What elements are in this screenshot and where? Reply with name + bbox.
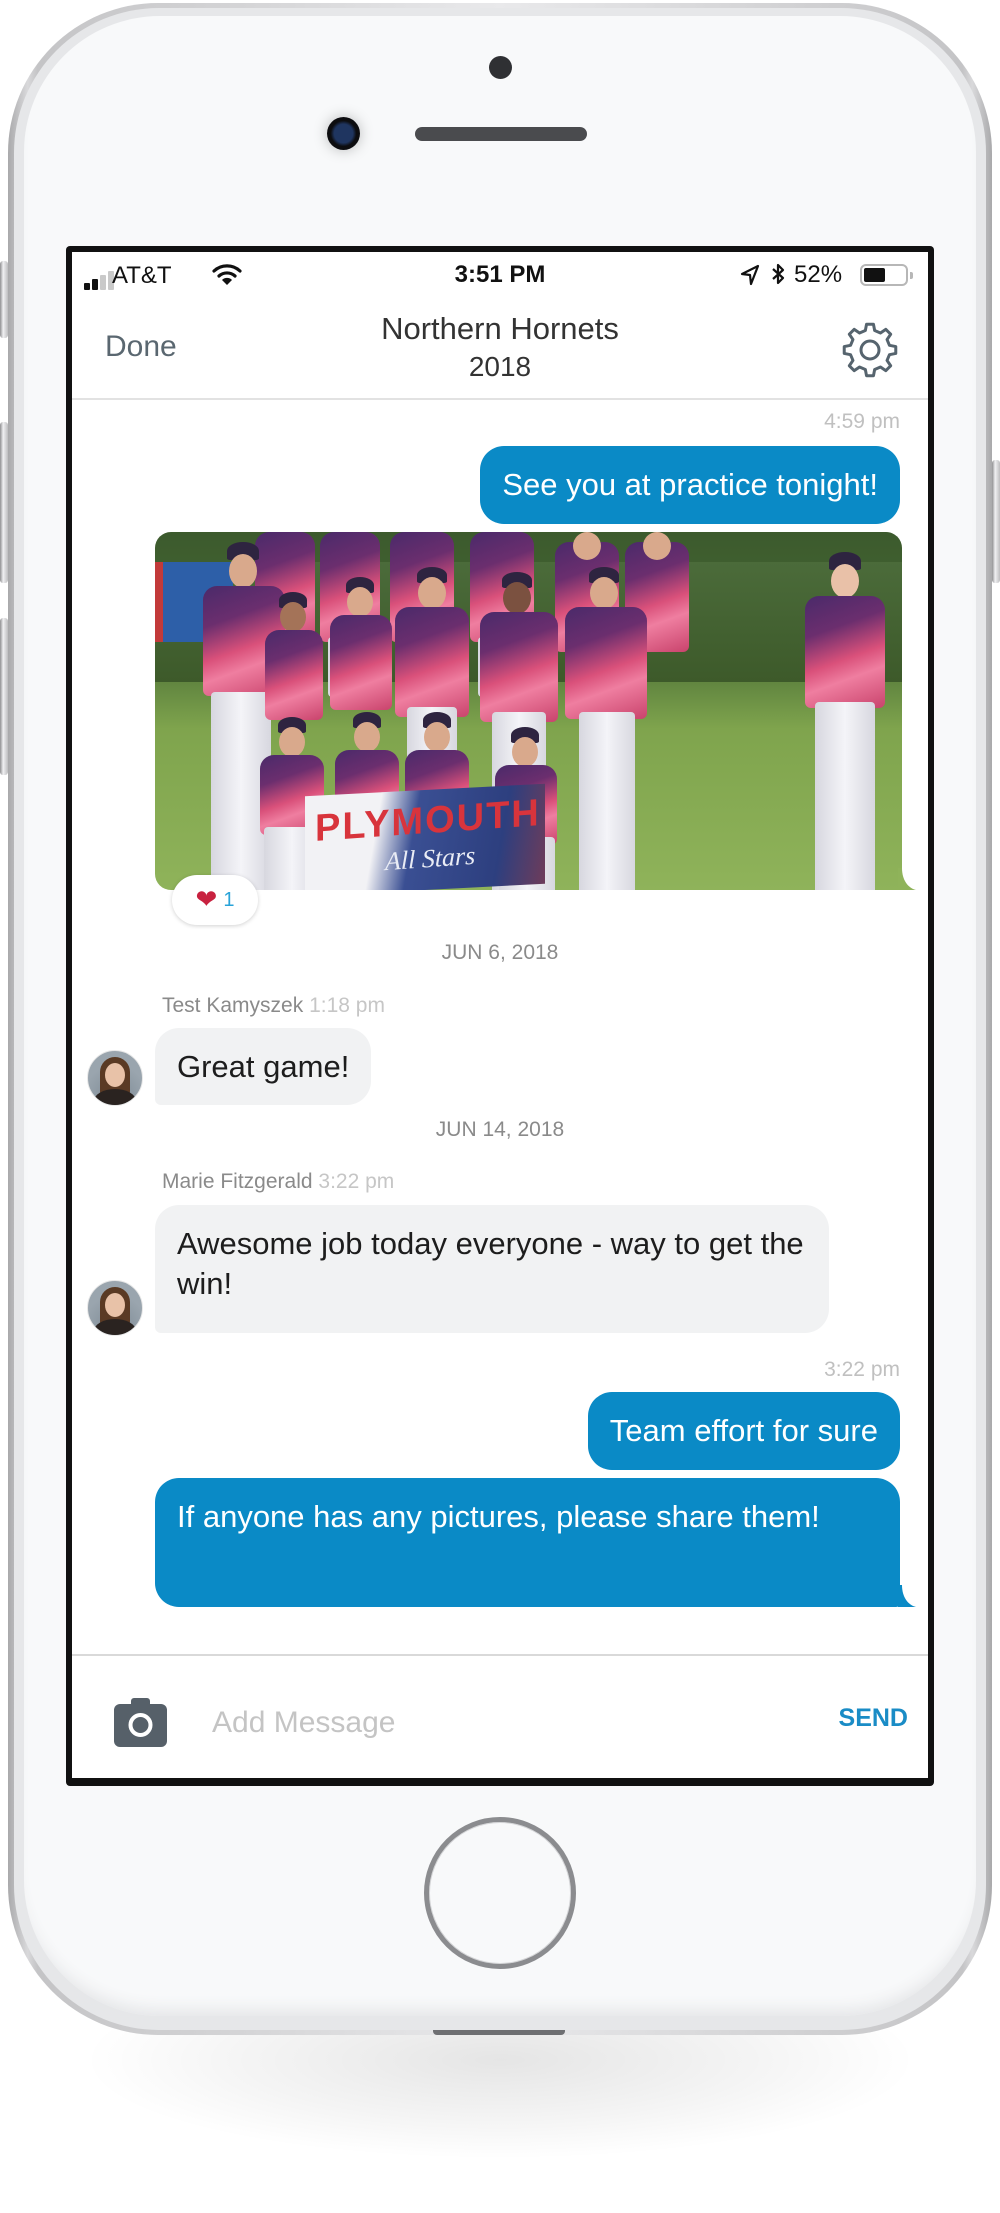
mute-switch [0,261,8,338]
outgoing-message[interactable]: If anyone has any pictures, please share… [155,1478,900,1607]
sender-time: 3:22 pm [318,1170,395,1193]
message-input[interactable] [212,1698,712,1748]
proximity-sensor [489,56,512,79]
composer-divider [72,1654,928,1656]
battery-icon [860,264,913,286]
battery-level [864,268,885,282]
heart-icon: ❤ [195,885,218,915]
sender-name: Test Kamyszek [162,994,304,1017]
incoming-message[interactable]: Awesome job today everyone - way to get … [155,1205,829,1333]
reaction-count: 1 [223,888,235,911]
bluetooth-icon [772,263,785,285]
sender-line: Test Kamyszek 1:18 pm [162,994,385,1018]
volume-down-button [0,618,8,775]
sender-time: 1:18 pm [309,994,385,1017]
camera-icon[interactable] [114,1698,167,1747]
incoming-message[interactable]: Great game! [155,1028,372,1105]
outgoing-photo-message[interactable]: PLYMOUTH All Stars [155,532,902,890]
photo-bubble-tail [898,868,916,890]
send-button[interactable]: SEND [812,1704,908,1733]
conversation-title-name: Northern Hornets [381,311,619,346]
header-divider [72,398,928,400]
conversation-title: Northern Hornets 2018 [72,310,928,386]
earpiece-speaker [415,127,587,141]
outgoing-message[interactable]: See you at practice tonight! [480,446,900,524]
chat-screen: AT&T 3:51 PM 52% Done Northern Hornets 2… [72,252,928,1778]
reaction-badge[interactable]: ❤ 1 [172,875,258,925]
lightning-port [433,2030,565,2035]
gear-icon[interactable] [840,320,900,380]
sender-name: Marie Fitzgerald [162,1170,313,1193]
power-button [992,460,1000,583]
message-bubble-tail [898,1585,916,1607]
conversation-title-year: 2018 [468,351,532,382]
location-arrow-icon [740,264,760,286]
outgoing-message[interactable]: Team effort for sure [587,1392,900,1470]
battery-percent: 52% [794,261,843,288]
date-separator: JUN 6, 2018 [441,941,559,964]
message-timestamp: 4:59 pm [824,410,900,433]
avatar[interactable] [87,1050,143,1106]
sender-line: Marie Fitzgerald 3:22 pm [162,1170,394,1194]
banner-subtitle: All Stars [385,840,476,877]
front-camera [327,117,360,150]
home-button[interactable] [424,1817,576,1969]
volume-up-button [0,422,8,583]
message-timestamp: 3:22 pm [824,1358,900,1381]
avatar[interactable] [87,1280,143,1336]
date-separator: JUN 14, 2018 [435,1118,565,1141]
